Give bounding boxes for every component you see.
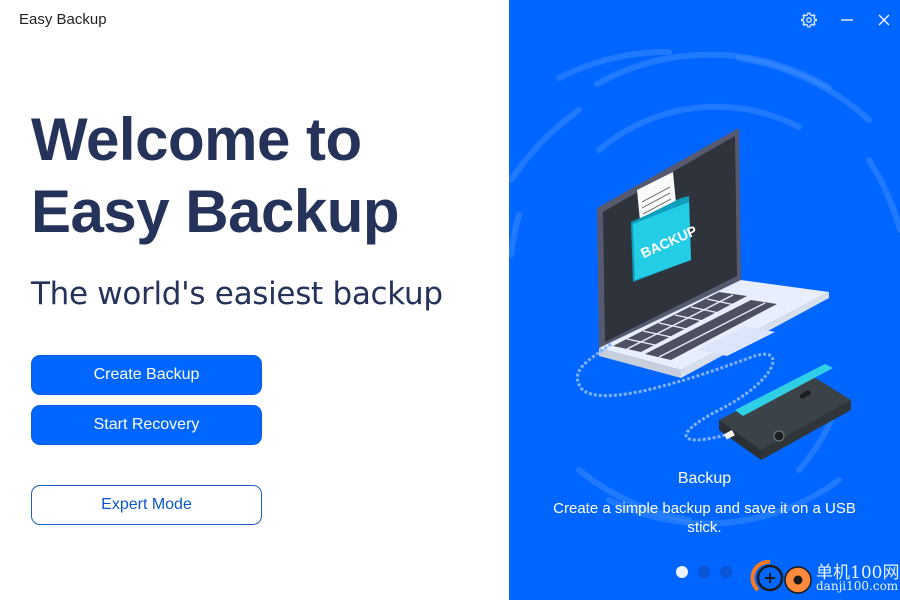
carousel-dot-2[interactable] — [698, 566, 710, 578]
welcome-panel: Easy Backup Welcome to Easy Backup The w… — [0, 0, 509, 600]
start-recovery-button[interactable]: Start Recovery — [31, 405, 262, 445]
page-title: Welcome to Easy Backup — [31, 106, 400, 245]
settings-button[interactable] — [797, 8, 821, 32]
gear-icon — [801, 12, 817, 28]
close-icon — [878, 14, 890, 26]
close-button[interactable] — [872, 8, 896, 32]
watermark-url: danji100.com — [816, 579, 899, 593]
usb-drive-icon — [719, 364, 851, 460]
carousel-pagination — [676, 566, 732, 578]
feature-carousel: BACKUP Backup Create a simple backup and… — [509, 0, 900, 600]
expert-mode-button[interactable]: Expert Mode — [31, 485, 262, 525]
backup-illustration: BACKUP — [575, 128, 851, 460]
app-title: Easy Backup — [19, 11, 107, 28]
slide-description: Create a simple backup and save it on a … — [553, 500, 856, 536]
slide-title: Backup — [677, 470, 732, 487]
tagline: The world's easiest backup — [31, 276, 443, 312]
minimize-icon — [841, 19, 853, 21]
watermark-logo-icon — [750, 559, 812, 594]
watermark: 单机100网 danji100.com — [750, 556, 900, 598]
carousel-dot-1[interactable] — [676, 566, 688, 578]
carousel-dot-3[interactable] — [720, 566, 732, 578]
create-backup-button[interactable]: Create Backup — [31, 355, 262, 395]
minimize-button[interactable] — [835, 8, 859, 32]
laptop-icon — [597, 128, 829, 378]
